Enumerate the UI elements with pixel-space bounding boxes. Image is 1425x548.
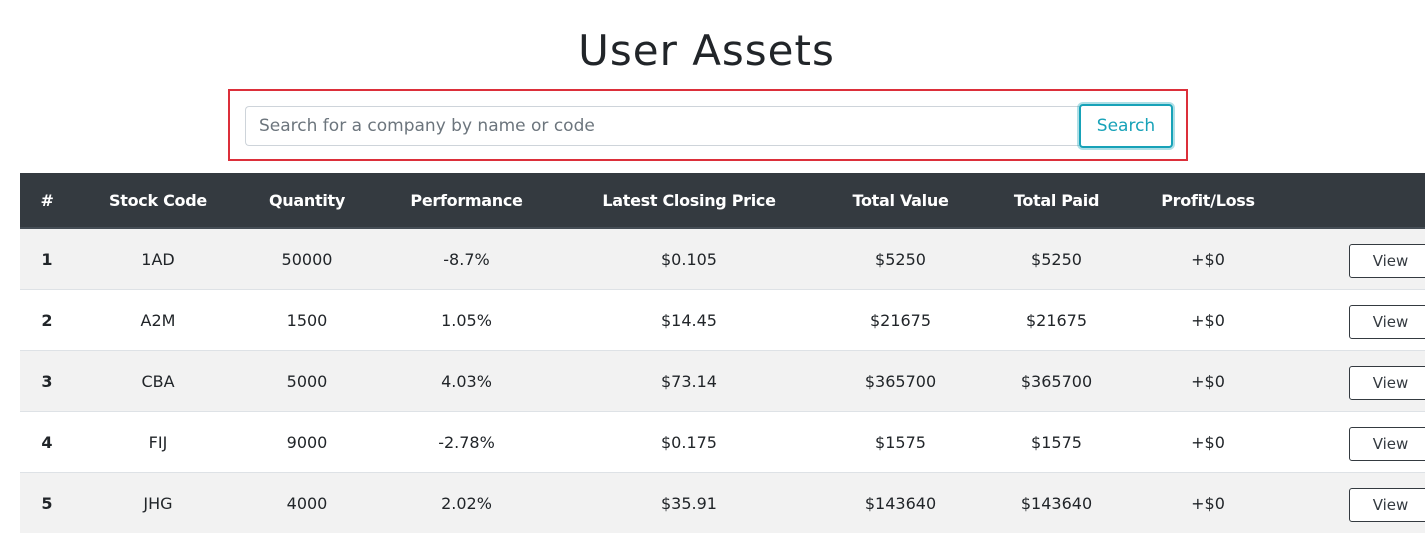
- stock-code: A2M: [74, 289, 242, 351]
- quantity: 5000: [242, 350, 372, 412]
- total-value: $21675: [817, 289, 984, 351]
- total-paid: $5250: [984, 227, 1129, 290]
- performance: -2.78%: [372, 411, 561, 473]
- profit-loss: +$0: [1129, 472, 1287, 533]
- user-assets-page: User Assets Search # Stock Code Quantity…: [0, 0, 1425, 548]
- table-row: 1 1AD 50000 -8.7% $0.105 $5250 $5250 +$0…: [20, 227, 1425, 290]
- search-button[interactable]: Search: [1079, 104, 1173, 148]
- performance: -8.7%: [372, 227, 561, 290]
- column-header-profit-loss: Profit/Loss: [1129, 173, 1287, 229]
- column-header-actions: [1287, 173, 1425, 229]
- latest-closing-price: $0.175: [561, 411, 817, 473]
- total-paid: $143640: [984, 472, 1129, 533]
- search-input[interactable]: [245, 106, 1079, 146]
- total-paid: $21675: [984, 289, 1129, 351]
- view-button[interactable]: View: [1348, 244, 1425, 278]
- view-button[interactable]: View: [1348, 366, 1425, 400]
- stock-code: 1AD: [74, 227, 242, 290]
- performance: 4.03%: [372, 350, 561, 412]
- row-number: 3: [20, 350, 74, 412]
- profit-loss: +$0: [1129, 411, 1287, 473]
- row-number: 2: [20, 289, 74, 351]
- search-highlight-frame: Search: [228, 89, 1188, 161]
- row-number: 4: [20, 411, 74, 473]
- performance: 1.05%: [372, 289, 561, 351]
- quantity: 9000: [242, 411, 372, 473]
- column-header-latest-closing-price: Latest Closing Price: [561, 173, 817, 229]
- table-header-row: # Stock Code Quantity Performance Latest…: [20, 173, 1425, 229]
- quantity: 4000: [242, 472, 372, 533]
- page-title: User Assets: [578, 26, 835, 75]
- total-value: $143640: [817, 472, 984, 533]
- latest-closing-price: $0.105: [561, 227, 817, 290]
- table-row: 2 A2M 1500 1.05% $14.45 $21675 $21675 +$…: [20, 289, 1425, 351]
- column-header-performance: Performance: [372, 173, 561, 229]
- column-header-total-paid: Total Paid: [984, 173, 1129, 229]
- latest-closing-price: $73.14: [561, 350, 817, 412]
- actions-cell: View: [1287, 472, 1425, 533]
- stock-code: JHG: [74, 472, 242, 533]
- total-value: $5250: [817, 227, 984, 290]
- column-header-number: #: [20, 173, 74, 229]
- total-value: $1575: [817, 411, 984, 473]
- assets-table: # Stock Code Quantity Performance Latest…: [20, 173, 1425, 533]
- row-number: 1: [20, 227, 74, 290]
- table-row: 5 JHG 4000 2.02% $35.91 $143640 $143640 …: [20, 472, 1425, 533]
- column-header-total-value: Total Value: [817, 173, 984, 229]
- column-header-stock-code: Stock Code: [74, 173, 242, 229]
- table-row: 4 FIJ 9000 -2.78% $0.175 $1575 $1575 +$0…: [20, 411, 1425, 473]
- actions-cell: View: [1287, 350, 1425, 412]
- performance: 2.02%: [372, 472, 561, 533]
- profit-loss: +$0: [1129, 289, 1287, 351]
- total-paid: $1575: [984, 411, 1129, 473]
- quantity: 50000: [242, 227, 372, 290]
- column-header-quantity: Quantity: [242, 173, 372, 229]
- profit-loss: +$0: [1129, 350, 1287, 412]
- view-button[interactable]: View: [1348, 305, 1425, 339]
- actions-cell: View: [1287, 411, 1425, 473]
- latest-closing-price: $35.91: [561, 472, 817, 533]
- view-button[interactable]: View: [1348, 427, 1425, 461]
- view-button[interactable]: View: [1348, 488, 1425, 522]
- total-value: $365700: [817, 350, 984, 412]
- quantity: 1500: [242, 289, 372, 351]
- actions-cell: View: [1287, 227, 1425, 290]
- row-number: 5: [20, 472, 74, 533]
- actions-cell: View: [1287, 289, 1425, 351]
- stock-code: FIJ: [74, 411, 242, 473]
- stock-code: CBA: [74, 350, 242, 412]
- table-row: 3 CBA 5000 4.03% $73.14 $365700 $365700 …: [20, 350, 1425, 412]
- latest-closing-price: $14.45: [561, 289, 817, 351]
- profit-loss: +$0: [1129, 227, 1287, 290]
- total-paid: $365700: [984, 350, 1129, 412]
